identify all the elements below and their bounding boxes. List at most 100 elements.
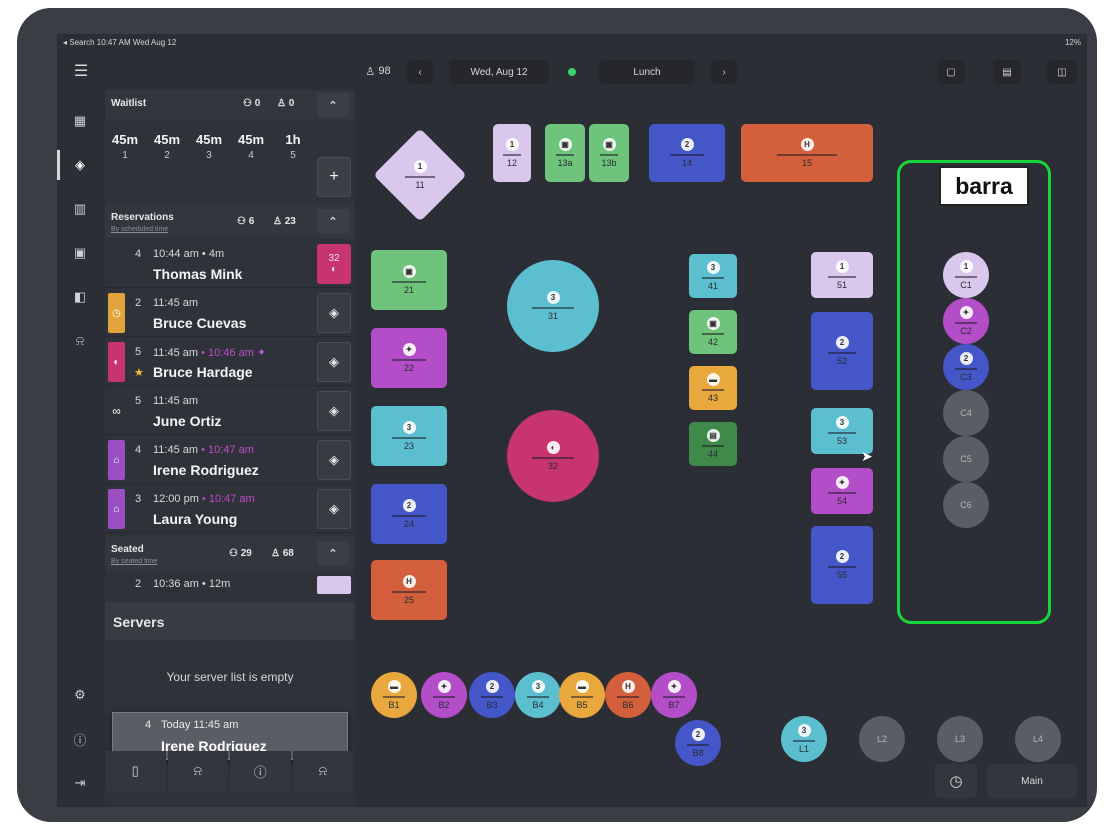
table-progress-line	[481, 696, 503, 698]
reservations-sort[interactable]: By scheduled time	[111, 226, 168, 233]
table-12[interactable]: 1 12	[493, 124, 531, 182]
table-22[interactable]: ✦ 22	[371, 328, 447, 388]
guest-name: Bruce Hardage	[153, 364, 253, 380]
table-progress-line	[827, 276, 857, 278]
date-selector[interactable]: Wed, Aug 12	[449, 60, 549, 84]
table-13b[interactable]: ▣ 13b	[589, 124, 629, 182]
service-tab[interactable]: ⍾	[292, 751, 353, 791]
next-day-button[interactable]: ›	[711, 60, 737, 84]
seat-button[interactable]: ◈	[317, 342, 351, 382]
floorplan-icon[interactable]: ◈	[69, 154, 91, 176]
table-52[interactable]: 2 52	[811, 312, 873, 390]
table-24[interactable]: 2 24	[371, 484, 447, 544]
list-view-button[interactable]: ▢	[937, 60, 965, 84]
shift-selector[interactable]: Lunch	[599, 60, 695, 84]
live-status-dot	[568, 68, 576, 76]
collapse-waitlist-button[interactable]: ⌃	[317, 93, 349, 117]
seat-l1[interactable]: 3 L1	[781, 716, 827, 762]
map-icon[interactable]: ▥	[69, 198, 91, 220]
wait-time-5[interactable]: 1h 5	[273, 132, 313, 161]
seat-button[interactable]: ◈	[317, 489, 351, 529]
table-51[interactable]: 1 51	[811, 252, 873, 298]
help-icon[interactable]: ⓘ	[69, 728, 91, 750]
seat-button[interactable]: ◈	[317, 293, 351, 333]
info-tab[interactable]: ⓘ	[230, 751, 291, 791]
reservation-row[interactable]: ◐ 5 11:45 am • 10:46 am ✦ ★ Bruce Hardag…	[105, 338, 355, 386]
seat-button[interactable]: ◈	[317, 440, 351, 480]
waitlist-header[interactable]: Waitlist ⚇ 0 ♙ 0 ⌃	[105, 90, 355, 120]
collapse-seated-button[interactable]: ⌃	[317, 541, 349, 565]
reservation-row[interactable]: ⌂ 3 12:00 pm • 10:47 am Laura Young ◈	[105, 485, 355, 533]
party-size: 4	[145, 719, 152, 731]
add-to-waitlist-button[interactable]: +	[317, 157, 351, 197]
seated-sort[interactable]: By seated time	[111, 558, 157, 565]
table-23[interactable]: 3 23	[371, 406, 447, 466]
seat-l2[interactable]: L2	[859, 716, 905, 762]
wait-time-1[interactable]: 45m 1	[105, 132, 145, 161]
collapse-reservations-button[interactable]: ⌃	[317, 209, 349, 233]
table-25[interactable]: H 25	[371, 560, 447, 620]
table-55[interactable]: 2 55	[811, 526, 873, 604]
table-progress-line	[701, 389, 725, 391]
wait-time-3[interactable]: 45m 3	[189, 132, 229, 161]
table-42[interactable]: ▣ 42	[689, 310, 737, 354]
seat-button[interactable]: ◈	[317, 391, 351, 431]
table-31[interactable]: 3 31	[507, 260, 599, 352]
bell-icon[interactable]: ⍾	[69, 330, 91, 352]
seat-b1[interactable]: ▬ B1	[371, 672, 417, 718]
table-15[interactable]: H 15	[741, 124, 873, 182]
clipboard-button[interactable]: ▤	[993, 60, 1021, 84]
reservation-row[interactable]: ⌂ 4 11:45 am • 10:47 am Irene Rodriguez …	[105, 436, 355, 484]
timeline-button[interactable]: ◷	[935, 764, 977, 798]
wait-time-label: 45m	[237, 132, 265, 147]
table-44[interactable]: ▤ 44	[689, 422, 737, 466]
table-13a[interactable]: ▣ 13a	[545, 124, 585, 182]
seat-b6[interactable]: H B6	[605, 672, 651, 718]
table-status-icon: 2	[835, 550, 849, 563]
table-41[interactable]: 3 41	[689, 254, 737, 298]
table-14[interactable]: 2 14	[649, 124, 725, 182]
seat-b8[interactable]: 2 B8	[675, 720, 721, 766]
servers-header[interactable]: Servers	[105, 602, 355, 640]
arrival-time: • 10:47 am	[198, 493, 255, 505]
guestbook-icon[interactable]: ◧	[69, 286, 91, 308]
table-status-icon: 3	[797, 724, 811, 737]
calendar-icon[interactable]: ▣	[69, 242, 91, 264]
book-icon: ◫	[1057, 66, 1067, 78]
book-button[interactable]: ◫	[1047, 60, 1077, 84]
menu-icon[interactable]: ☰	[69, 60, 93, 82]
status-tag: ◷	[108, 293, 125, 333]
seated-row[interactable]: 2 10:36 am • 12m	[105, 572, 355, 596]
grid-icon[interactable]: ▦	[69, 110, 91, 132]
table-icon: ◈	[329, 305, 339, 320]
wait-time-4[interactable]: 45m 4	[231, 132, 271, 161]
seated-header[interactable]: Seated By seated time ⚇ 29 ♙ 68 ⌃	[105, 536, 355, 570]
table-21[interactable]: ▣ 21	[371, 250, 447, 310]
logout-icon[interactable]: ⇥	[69, 772, 91, 794]
table-status-icon: 2	[402, 499, 416, 512]
assigned-table-badge[interactable]: 32 ◐	[317, 244, 351, 284]
reservation-row[interactable]: ∞ 5 11:45 am June Ortiz ◈	[105, 387, 355, 435]
seat-b5[interactable]: ▬ B5	[559, 672, 605, 718]
settings-icon[interactable]: ⚙	[69, 684, 91, 706]
seat-b7[interactable]: ✦ B7	[651, 672, 697, 718]
notifications-tab[interactable]: ⍾	[167, 751, 228, 791]
reservation-row[interactable]: ◷ 2 11:45 am Bruce Cuevas ◈	[105, 289, 355, 337]
room-selector[interactable]: Main	[987, 764, 1077, 798]
prev-day-button[interactable]: ‹	[407, 60, 433, 84]
table-54[interactable]: ✦ 54	[811, 468, 873, 514]
table-43[interactable]: ▬ 43	[689, 366, 737, 410]
seat-l4[interactable]: L4	[1015, 716, 1061, 762]
wait-time-2[interactable]: 45m 2	[147, 132, 187, 161]
seated-title: Seated	[111, 544, 144, 555]
reservation-row[interactable]: 4 10:44 am • 4m Thomas Mink 32 ◐	[105, 240, 355, 288]
seat-l3[interactable]: L3	[937, 716, 983, 762]
notes-tab[interactable]: ▯	[105, 751, 166, 791]
square-icon: ▢	[946, 66, 956, 78]
seat-b3[interactable]: 2 B3	[469, 672, 515, 718]
table-status-icon: 3	[402, 421, 416, 434]
seat-b2[interactable]: ✦ B2	[421, 672, 467, 718]
seat-b4[interactable]: 3 B4	[515, 672, 561, 718]
reservations-header[interactable]: Reservations By scheduled time ⚇ 6 ♙ 23 …	[105, 204, 355, 238]
table-32[interactable]: ◐ 32	[507, 410, 599, 502]
